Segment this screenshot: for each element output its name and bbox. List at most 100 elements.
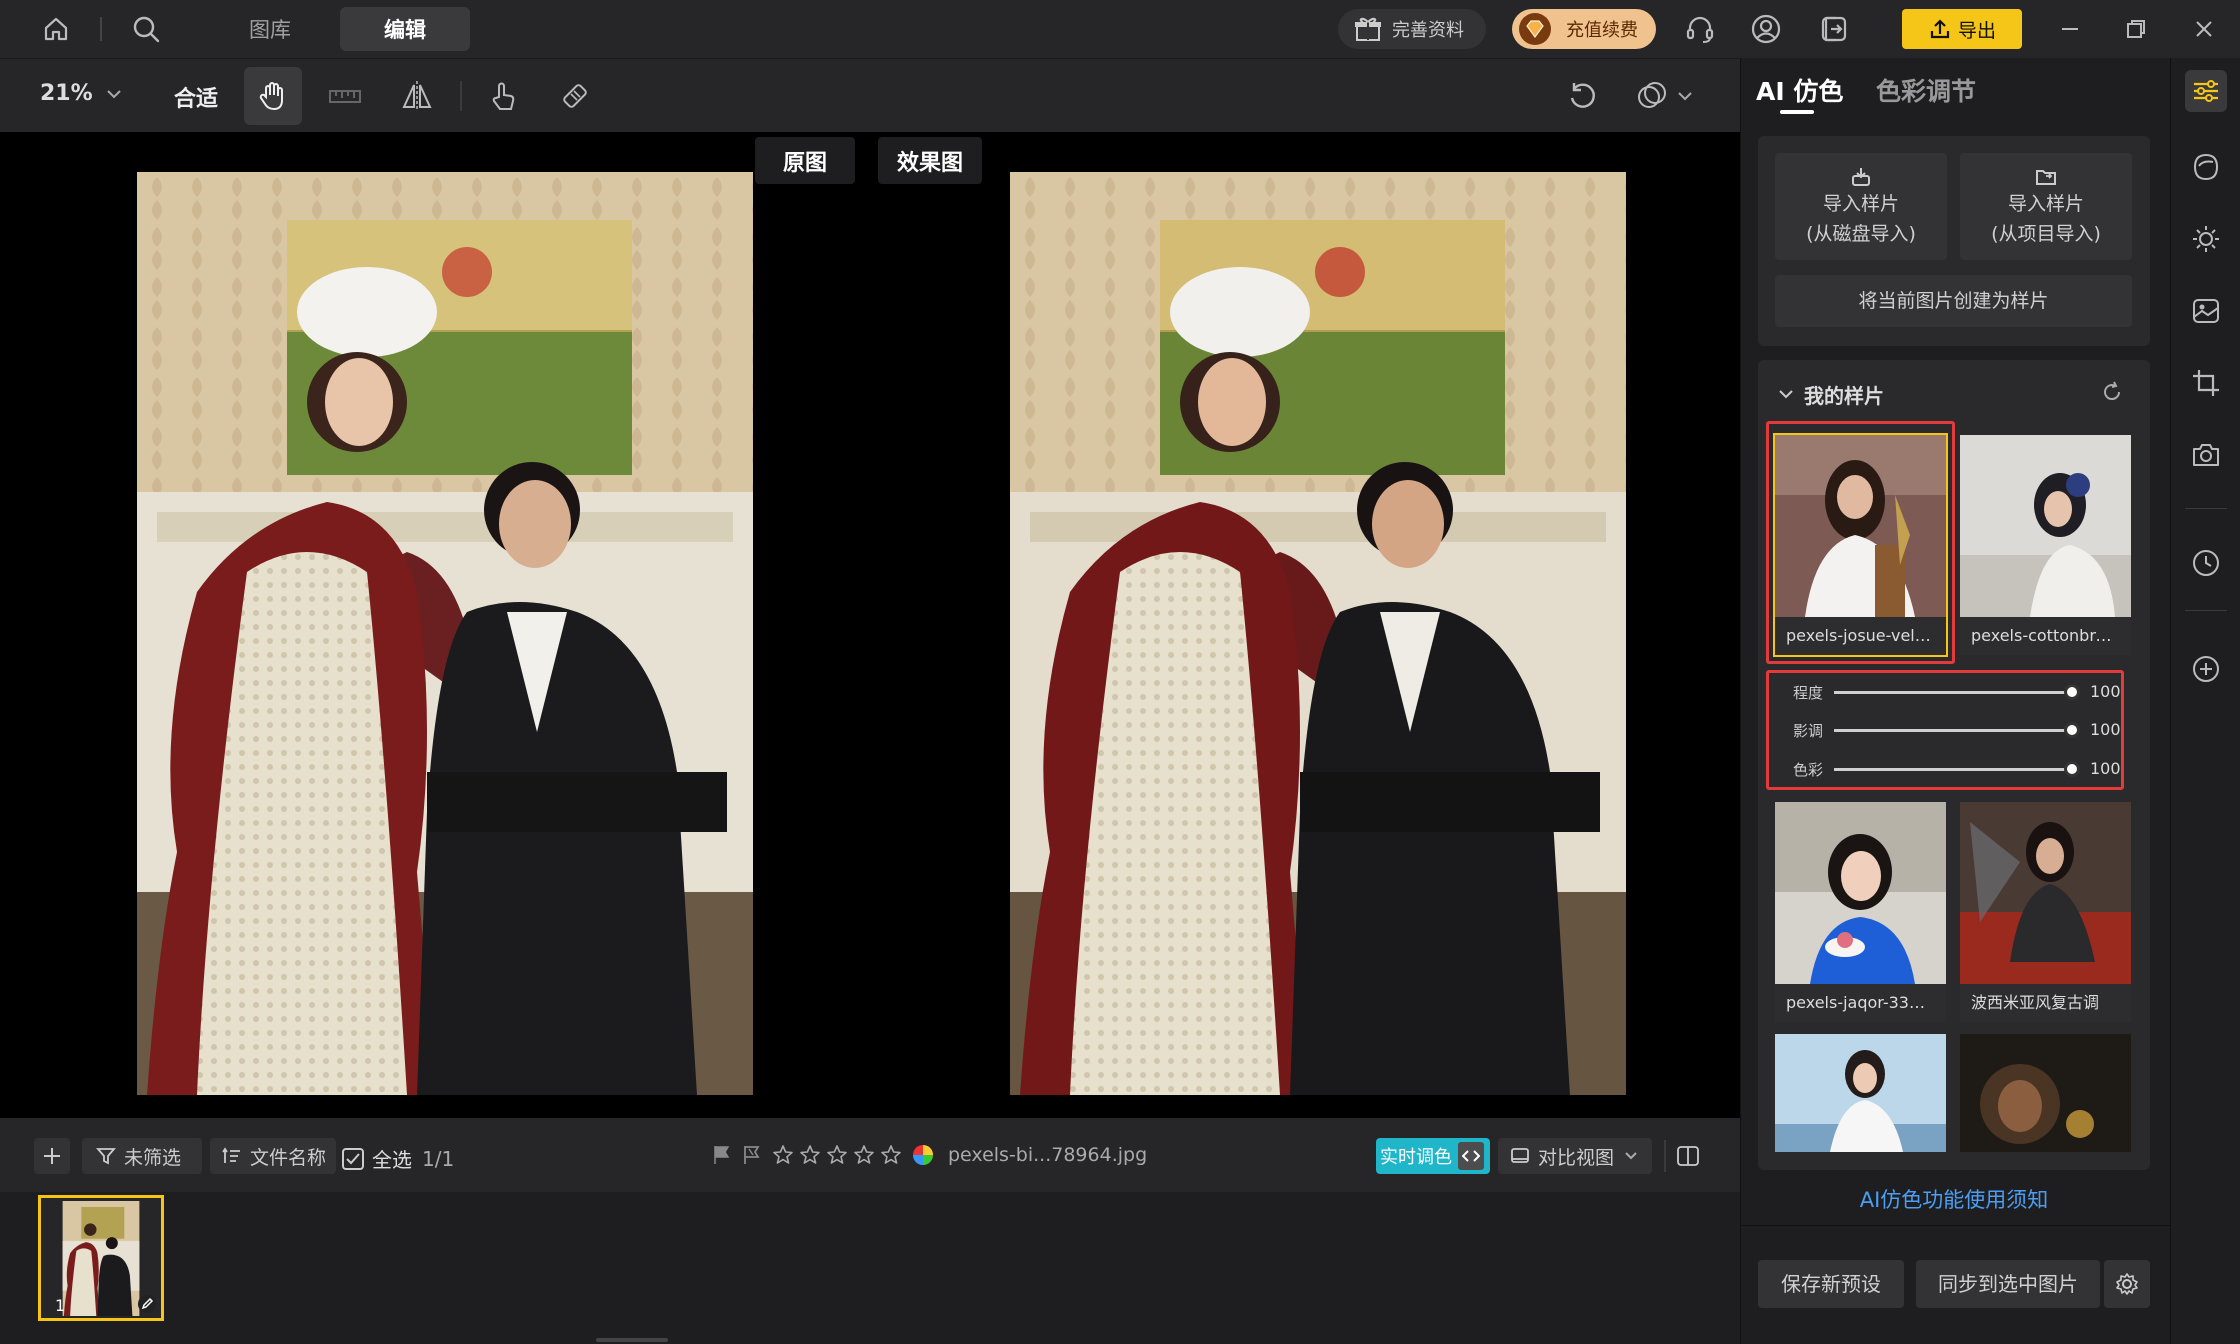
complete-profile-button[interactable]: 完善资料 (1338, 9, 1486, 49)
reject-flag-icon[interactable] (742, 1144, 762, 1166)
face-retouch-icon[interactable] (2185, 146, 2227, 188)
camera-icon[interactable] (2185, 434, 2227, 476)
help-link[interactable]: AI仿色功能使用须知 (1758, 1184, 2150, 1214)
fit-button[interactable]: 合适 (174, 81, 218, 113)
filmstrip-toolbar: 未筛选 文件名称 全选 1/1 pexels-bi...78964.jpg 实时… (0, 1118, 1740, 1192)
sort-icon (222, 1147, 240, 1163)
tab-edit[interactable]: 编辑 (340, 7, 470, 51)
sample-image (1960, 1034, 2131, 1152)
slider-track[interactable] (1834, 729, 2072, 732)
divider (1740, 1225, 2170, 1226)
folder-import-icon (2036, 169, 2056, 185)
export-button[interactable]: 导出 (1902, 9, 2022, 49)
tab-gallery[interactable]: 图库 (220, 7, 320, 51)
split-view-icon (1677, 1146, 1699, 1166)
divider (2185, 508, 2227, 509)
add-circle-icon[interactable] (2185, 648, 2227, 690)
import-from-disk-button[interactable]: 导入样片 (从磁盘导入) (1775, 153, 1947, 260)
active-tab-indicator (1780, 110, 1814, 114)
user-account-icon[interactable] (1748, 11, 1784, 47)
touch-select-icon[interactable] (474, 67, 532, 125)
save-preset-button[interactable]: 保存新预设 (1758, 1260, 1904, 1308)
result-label: 效果图 (878, 137, 982, 184)
sync-to-selected-button[interactable]: 同步到选中图片 (1916, 1260, 2100, 1308)
color-label-icon[interactable] (912, 1144, 934, 1166)
title-bar: 图库 编辑 完善资料 充值续费 导出 (0, 0, 2240, 58)
zoom-select[interactable]: 21% (40, 81, 123, 106)
star-icon[interactable] (853, 1144, 875, 1166)
support-headset-icon[interactable] (1682, 11, 1718, 47)
tab-color-adjust[interactable]: 色彩调节 (1876, 72, 1976, 108)
my-samples-header[interactable]: 我的样片 (1778, 380, 1884, 409)
slider-handle[interactable] (2064, 761, 2080, 777)
star-rating[interactable] (772, 1144, 902, 1166)
undo-icon[interactable] (1554, 67, 1612, 125)
eraser-icon[interactable] (546, 67, 604, 125)
slider-handle[interactable] (2064, 722, 2080, 738)
refresh-icon[interactable] (2100, 380, 2124, 404)
compare-view-label: 对比视图 (1538, 1146, 1615, 1169)
slider-track[interactable] (1834, 691, 2072, 694)
add-image-button[interactable] (34, 1138, 70, 1174)
filmstrip-scrollbar[interactable] (596, 1338, 668, 1342)
thumbnail-index: 1 (55, 1296, 66, 1315)
brightness-icon[interactable] (2185, 218, 2227, 260)
star-icon[interactable] (880, 1144, 902, 1166)
recharge-label: 充值续费 (1566, 20, 1638, 41)
sample-thumbnail[interactable]: pexels-josue-velas... (1773, 433, 1948, 657)
sample-thumbnail[interactable] (1775, 1034, 1946, 1152)
compare-view-select[interactable]: 对比视图 (1498, 1138, 1652, 1174)
slider-handle[interactable] (2064, 684, 2080, 700)
sample-thumbnail[interactable] (1960, 1034, 2131, 1152)
filename: pexels-bi...78964.jpg (948, 1144, 1148, 1166)
star-icon[interactable] (799, 1144, 821, 1166)
sample-thumbnail[interactable]: pexels-jaqor-3383... (1775, 802, 1946, 1022)
search-icon[interactable] (128, 11, 164, 47)
adjust-sliders-icon[interactable] (2185, 70, 2227, 112)
restore-window-icon[interactable] (2118, 11, 2154, 47)
import-from-project-button[interactable]: 导入样片 (从项目导入) (1960, 153, 2132, 260)
close-icon[interactable] (2186, 11, 2222, 47)
sample-image (1960, 435, 2131, 617)
upload-icon (1930, 19, 1950, 39)
star-icon[interactable] (772, 1144, 794, 1166)
filter-icon (96, 1148, 116, 1165)
realtime-adjust-toggle[interactable]: 实时调色 (1376, 1138, 1490, 1174)
select-all-checkbox[interactable]: 全选 1/1 (342, 1144, 454, 1173)
zoom-value: 21% (40, 81, 93, 106)
sample-caption: 波西米亚风复古调 (1971, 993, 2100, 1012)
original-label: 原图 (755, 137, 855, 184)
sample-image (1775, 802, 1946, 984)
export-label: 导出 (1957, 19, 1996, 42)
create-sample-button[interactable]: 将当前图片创建为样片 (1775, 275, 2132, 327)
realtime-label: 实时调色 (1380, 1147, 1452, 1168)
ruler-icon[interactable] (316, 67, 374, 125)
overlay-mode-select[interactable] (1624, 67, 1704, 125)
slider-track[interactable] (1834, 768, 2072, 771)
logout-icon[interactable] (1816, 11, 1852, 47)
filmstrip-thumbnail[interactable]: 1 (38, 1195, 164, 1321)
flip-horizontal-icon[interactable] (388, 67, 446, 125)
diamond-icon (1519, 13, 1551, 45)
sample-thumbnail[interactable]: pexels-cottonbro-... (1960, 435, 2131, 655)
crop-icon[interactable] (2185, 362, 2227, 404)
history-clock-icon[interactable] (2185, 542, 2227, 584)
hand-tool-icon[interactable] (244, 67, 302, 125)
home-icon[interactable] (38, 11, 74, 47)
sample-caption: pexels-josue-velas... (1786, 626, 1946, 645)
chevron-down-icon (106, 89, 121, 98)
image-edit-icon[interactable] (2185, 290, 2227, 332)
minimize-icon[interactable] (2052, 11, 2088, 47)
gift-icon (1355, 17, 1381, 41)
sync-settings-button[interactable] (2104, 1260, 2150, 1308)
sort-button[interactable]: 文件名称 (210, 1138, 336, 1174)
sample-thumbnail[interactable]: 波西米亚风复古调 (1960, 802, 2131, 1022)
chevron-down-icon (1625, 1152, 1637, 1160)
recharge-button[interactable]: 充值续费 (1512, 9, 1656, 49)
flag-icon[interactable] (712, 1144, 732, 1166)
tab-ai-color-match[interactable]: AI 仿色 (1756, 72, 1843, 108)
filter-button[interactable]: 未筛选 (82, 1138, 202, 1174)
split-view-button[interactable] (1670, 1138, 1706, 1174)
star-icon[interactable] (826, 1144, 848, 1166)
sample-image (1775, 435, 1946, 617)
